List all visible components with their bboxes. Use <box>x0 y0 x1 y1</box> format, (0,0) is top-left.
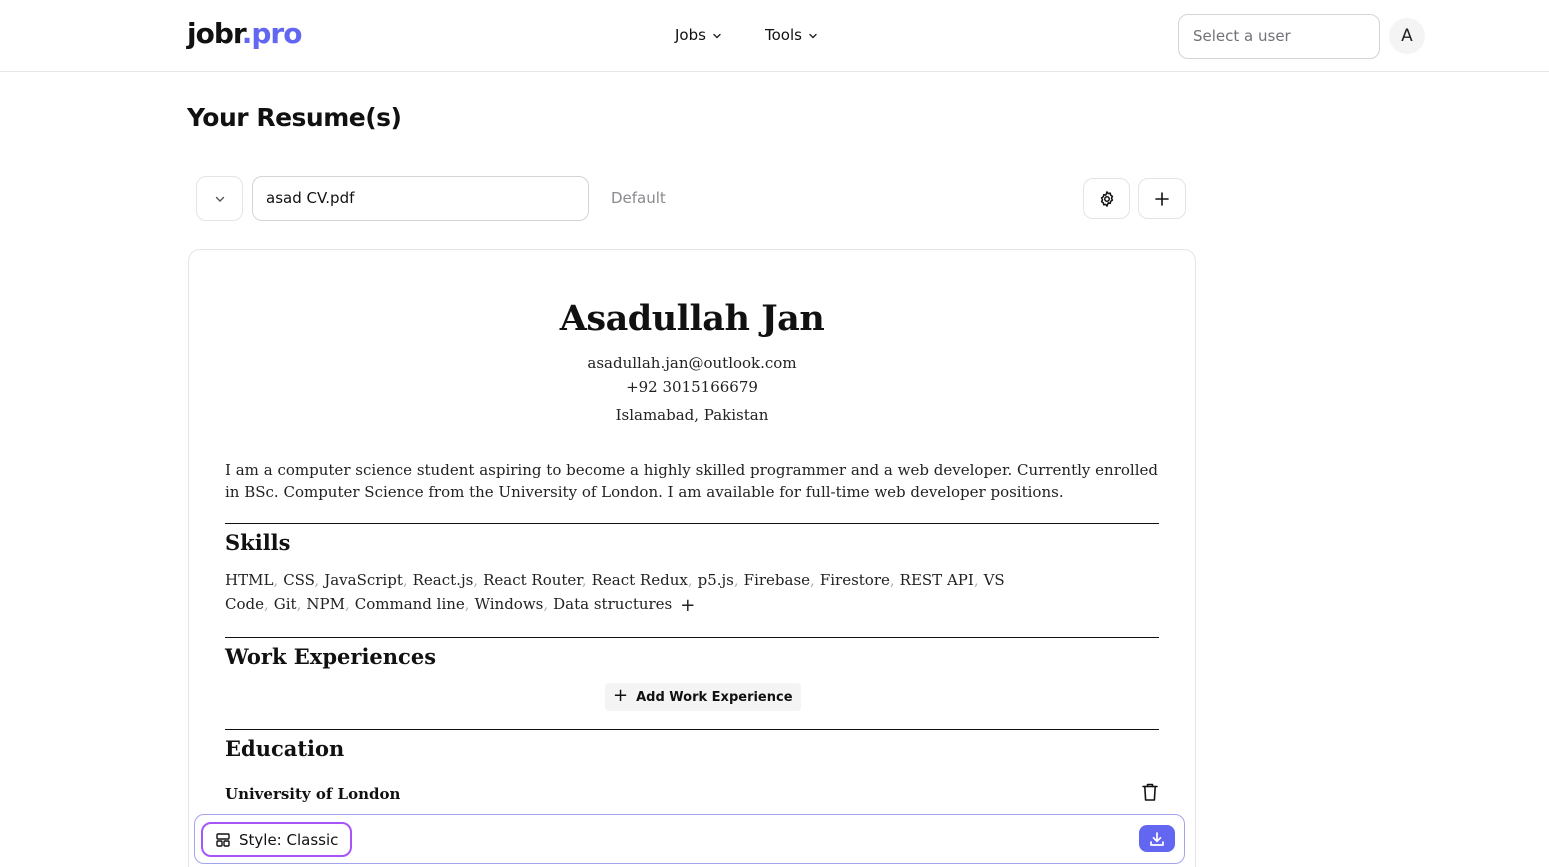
plus-icon: + <box>613 685 629 706</box>
skill-separator: , <box>581 571 587 589</box>
settings-button[interactable] <box>1083 178 1130 219</box>
skill-separator: , <box>314 571 320 589</box>
avatar[interactable]: A <box>1389 18 1425 54</box>
layout-icon <box>216 832 230 847</box>
resume-summary[interactable]: I am a computer science student aspiring… <box>225 459 1158 503</box>
resume-email[interactable]: asadullah.jan@outlook.com <box>189 354 1195 372</box>
skill-item[interactable]: React.js <box>413 571 474 589</box>
resume-dropdown-button[interactable] <box>196 176 243 221</box>
skills-list: HTML, CSS, JavaScript, React.js, React Route… <box>225 568 1160 618</box>
education-title: Education <box>225 736 345 761</box>
add-resume-button[interactable] <box>1138 178 1186 219</box>
work-experiences-title: Work Experiences <box>225 644 437 669</box>
style-selector-button[interactable]: Style: Classic <box>201 822 353 857</box>
skill-item[interactable]: p5.js <box>698 571 734 589</box>
download-icon <box>1150 831 1164 846</box>
plus-icon <box>1155 191 1169 206</box>
skill-separator: , <box>344 595 350 613</box>
skill-item[interactable]: Windows <box>475 595 544 613</box>
skill-item[interactable]: React Redux <box>592 571 688 589</box>
skill-separator: , <box>733 571 739 589</box>
top-header: jobr.pro Jobs Tools Select a user A <box>0 0 1549 72</box>
skill-separator: , <box>273 571 279 589</box>
skill-item[interactable]: Firestore <box>820 571 890 589</box>
skill-separator: , <box>687 571 693 589</box>
bottom-action-bar: Style: Classic <box>194 814 1185 864</box>
logo-accent: .pro <box>241 17 303 50</box>
logo[interactable]: jobr.pro <box>187 17 303 50</box>
user-select[interactable]: Select a user <box>1178 14 1380 59</box>
skills-title: Skills <box>225 530 291 555</box>
style-selector-label: Style: Classic <box>239 830 339 849</box>
chevron-down-icon <box>215 196 224 202</box>
resume-phone[interactable]: +92 3015166679 <box>189 378 1195 396</box>
resume-name-input[interactable]: asad CV.pdf <box>252 176 589 221</box>
default-label[interactable]: Default <box>611 189 666 207</box>
section-divider <box>225 523 1159 524</box>
skill-item[interactable]: HTML <box>225 571 273 589</box>
page-title: Your Resume(s) <box>187 103 402 132</box>
skill-item[interactable]: Command line <box>355 595 465 613</box>
nav-tools[interactable]: Tools <box>765 26 818 44</box>
section-divider <box>225 729 1159 730</box>
skill-item[interactable]: Git <box>274 595 297 613</box>
skill-separator: , <box>402 571 408 589</box>
skill-separator: , <box>889 571 895 589</box>
resume-location[interactable]: Islamabad, Pakistan <box>189 406 1195 424</box>
education-school[interactable]: University of London <box>225 785 400 803</box>
delete-education-button[interactable] <box>1141 782 1159 806</box>
add-skill-button[interactable]: + <box>680 594 695 618</box>
download-button[interactable] <box>1139 825 1175 852</box>
skill-item[interactable]: React Router <box>483 571 582 589</box>
nav-jobs[interactable]: Jobs <box>675 26 722 44</box>
add-work-experience-button[interactable]: + Add Work Experience <box>605 683 801 711</box>
skill-separator: , <box>543 595 549 613</box>
skill-item[interactable]: REST API <box>900 571 974 589</box>
nav-jobs-label: Jobs <box>675 26 706 44</box>
skill-separator: , <box>296 595 302 613</box>
nav-tools-label: Tools <box>765 26 802 44</box>
logo-main: jobr <box>187 17 243 50</box>
skill-separator: , <box>473 571 479 589</box>
avatar-initial: A <box>1401 26 1413 46</box>
skill-item[interactable]: Data structures <box>553 595 672 613</box>
skill-item[interactable]: Firebase <box>744 571 810 589</box>
resume-preview: Asadullah Jan asadullah.jan@outlook.com … <box>188 249 1196 867</box>
trash-icon <box>1142 783 1158 801</box>
resume-name-value: asad CV.pdf <box>266 189 355 207</box>
skill-separator: , <box>810 571 815 589</box>
skill-item[interactable]: JavaScript <box>324 571 403 589</box>
add-work-experience-label: Add Work Experience <box>636 689 793 705</box>
chevron-down-icon <box>809 33 817 39</box>
skill-separator: , <box>464 595 470 613</box>
resume-full-name[interactable]: Asadullah Jan <box>189 298 1195 339</box>
user-select-placeholder: Select a user <box>1193 27 1291 45</box>
skill-separator: , <box>973 571 979 589</box>
section-divider <box>225 637 1159 638</box>
skill-item[interactable]: NPM <box>306 595 345 613</box>
gear-icon <box>1100 190 1113 207</box>
skill-separator: , <box>264 595 269 613</box>
skill-item[interactable]: CSS <box>283 571 314 589</box>
chevron-down-icon <box>713 33 721 39</box>
